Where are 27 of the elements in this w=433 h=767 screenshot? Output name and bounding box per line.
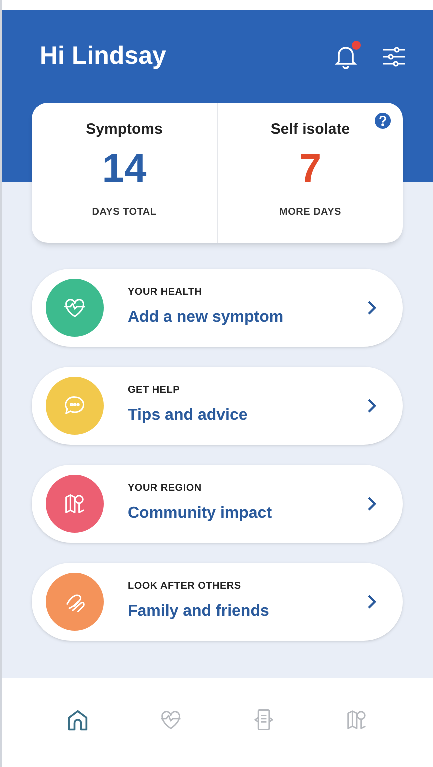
stat-title: Self isolate <box>270 120 350 140</box>
stat-value: 14 <box>102 146 147 193</box>
stat-caption: MORE DAYS <box>280 206 342 220</box>
help-icon[interactable] <box>375 112 391 128</box>
card-title: Tips and advice <box>128 406 249 426</box>
menu-card[interactable]: LOOK AFTER OTHERS Family and friends <box>32 562 403 640</box>
card-title: Community impact <box>128 504 274 524</box>
menu-card[interactable]: YOUR HEALTH Add a new symptom <box>32 268 403 346</box>
menu-card[interactable]: GET HELP Tips and advice <box>32 366 403 444</box>
card-eyebrow: LOOK AFTER OTHERS <box>128 580 242 594</box>
menu-card[interactable]: YOUR REGION Community impact <box>32 464 403 542</box>
notifications-button[interactable] <box>333 42 359 71</box>
card-title: Add a new symptom <box>128 308 285 328</box>
bell-icon <box>335 44 357 69</box>
stat-title: Symptoms <box>86 120 163 140</box>
greeting-title: Hi Lindsay <box>40 41 166 72</box>
card-eyebrow: YOUR HEALTH <box>128 286 204 300</box>
stat-caption: DAYS TOTAL <box>92 206 157 220</box>
chevron-right-icon <box>367 300 377 316</box>
stat-value: 7 <box>299 146 322 193</box>
card-title: Family and friends <box>128 602 270 622</box>
sliders-icon <box>382 46 406 68</box>
chevron-right-icon <box>367 594 377 610</box>
chevron-right-icon <box>367 398 377 414</box>
card-eyebrow: GET HELP <box>128 384 182 398</box>
chevron-right-icon <box>367 496 377 512</box>
card-eyebrow: YOUR REGION <box>128 482 203 496</box>
